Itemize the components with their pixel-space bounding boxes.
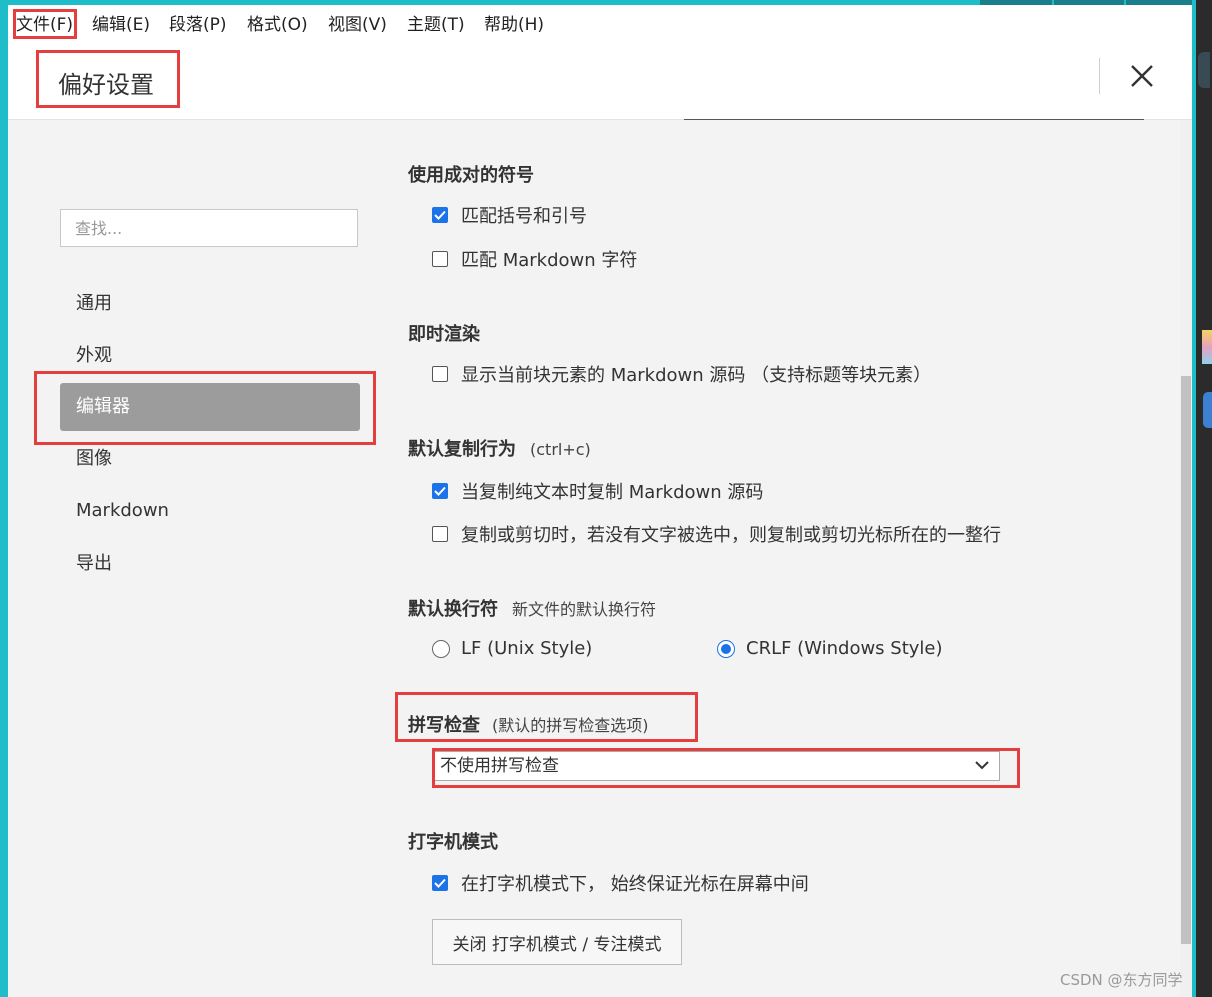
checkbox-checked-icon[interactable] bbox=[432, 207, 448, 223]
close-button[interactable] bbox=[1124, 58, 1160, 94]
header-divider bbox=[1099, 58, 1100, 94]
menu-edit[interactable]: 编辑(E) bbox=[92, 10, 150, 35]
section-note: (ctrl+c) bbox=[530, 440, 591, 459]
checkbox-label: 当复制纯文本时复制 Markdown 源码 bbox=[461, 482, 764, 503]
section-title-spellcheck: 拼写检查 (默认的拼写检查选项) bbox=[408, 711, 649, 737]
spellcheck-select[interactable]: 不使用拼写检查 bbox=[434, 751, 1000, 781]
close-typewriter-focus-button[interactable]: 关闭 打字机模式 / 专注模式 bbox=[432, 919, 682, 965]
menu-theme[interactable]: 主题(T) bbox=[407, 10, 465, 35]
section-note: 新文件的默认换行符 bbox=[512, 600, 657, 619]
spellcheck-select-value: 不使用拼写检查 bbox=[440, 756, 559, 776]
checkbox-show-block-source[interactable]: 显示当前块元素的 Markdown 源码 （支持标题等块元素） bbox=[432, 361, 931, 387]
radio-selected-icon[interactable] bbox=[717, 639, 735, 658]
radio-lf[interactable]: LF (Unix Style) bbox=[432, 638, 592, 659]
radio-unselected-icon[interactable] bbox=[432, 639, 450, 658]
section-title-text: 默认复制行为 bbox=[408, 439, 516, 460]
checkbox-match-markdown[interactable]: 匹配 Markdown 字符 bbox=[432, 246, 637, 272]
section-title-pairs: 使用成对的符号 bbox=[408, 161, 534, 187]
dialog-header bbox=[8, 39, 1192, 120]
section-note: (默认的拼写检查选项) bbox=[492, 716, 649, 735]
sidebar-item-appearance[interactable]: 外观 bbox=[60, 332, 360, 380]
checkbox-label: 在打字机模式下， 始终保证光标在屏幕中间 bbox=[461, 874, 809, 895]
section-title-text: 默认换行符 bbox=[408, 599, 498, 620]
sidebar-item-editor[interactable]: 编辑器 bbox=[60, 383, 360, 431]
sidebar-item-image[interactable]: 图像 bbox=[60, 435, 360, 483]
section-title-copy: 默认复制行为 (ctrl+c) bbox=[408, 435, 591, 461]
checkbox-unchecked-icon[interactable] bbox=[432, 366, 448, 382]
checkbox-checked-icon[interactable] bbox=[432, 875, 448, 891]
checkbox-checked-icon[interactable] bbox=[432, 483, 448, 499]
checkbox-label: 显示当前块元素的 Markdown 源码 （支持标题等块元素） bbox=[461, 365, 932, 386]
checkbox-copy-markdown-source[interactable]: 当复制纯文本时复制 Markdown 源码 bbox=[432, 478, 763, 504]
radio-crlf[interactable]: CRLF (Windows Style) bbox=[717, 638, 943, 659]
section-title-text: 使用成对的符号 bbox=[408, 165, 534, 186]
menu-file[interactable]: 文件(F) bbox=[16, 10, 73, 35]
close-icon bbox=[1131, 65, 1153, 87]
page-title: 偏好设置 bbox=[58, 71, 154, 99]
radio-label: LF (Unix Style) bbox=[461, 638, 593, 659]
checkbox-label: 复制或剪切时，若没有文字被选中，则复制或剪切光标所在的一整行 bbox=[461, 525, 1001, 546]
menu-paragraph[interactable]: 段落(P) bbox=[169, 10, 227, 35]
radio-label: CRLF (Windows Style) bbox=[746, 638, 943, 659]
menu-view[interactable]: 视图(V) bbox=[328, 10, 387, 35]
background-app-icon bbox=[1203, 392, 1212, 428]
checkbox-unchecked-icon[interactable] bbox=[432, 251, 448, 267]
section-title-text: 打字机模式 bbox=[408, 832, 498, 853]
sidebar-item-export[interactable]: 导出 bbox=[60, 540, 360, 588]
checkbox-match-brackets[interactable]: 匹配括号和引号 bbox=[432, 202, 587, 228]
background-app-strip bbox=[1196, 0, 1212, 997]
section-title-typewriter: 打字机模式 bbox=[408, 828, 498, 854]
background-app-icon bbox=[1198, 52, 1210, 88]
chevron-down-icon bbox=[975, 761, 989, 770]
checkbox-copy-whole-line[interactable]: 复制或剪切时，若没有文字被选中，则复制或剪切光标所在的一整行 bbox=[432, 521, 1001, 547]
checkbox-unchecked-icon[interactable] bbox=[432, 526, 448, 542]
watermark-text: CSDN @东方同学 bbox=[1060, 971, 1183, 989]
section-title-linebreak: 默认换行符 新文件的默认换行符 bbox=[408, 595, 656, 621]
search-field[interactable] bbox=[60, 209, 358, 247]
menu-format[interactable]: 格式(O) bbox=[247, 10, 308, 35]
checkbox-typewriter-center[interactable]: 在打字机模式下， 始终保证光标在屏幕中间 bbox=[432, 870, 809, 896]
scrollbar-thumb[interactable] bbox=[1181, 376, 1191, 944]
background-app-icon bbox=[1202, 330, 1212, 364]
sidebar-item-general[interactable]: 通用 bbox=[60, 280, 360, 328]
section-title-live-render: 即时渲染 bbox=[408, 320, 480, 346]
section-title-text: 即时渲染 bbox=[408, 324, 480, 345]
checkbox-label: 匹配 Markdown 字符 bbox=[461, 250, 638, 271]
menu-help[interactable]: 帮助(H) bbox=[484, 10, 544, 35]
section-title-text: 拼写检查 bbox=[408, 715, 480, 736]
sidebar-item-markdown[interactable]: Markdown bbox=[60, 487, 360, 535]
checkbox-label: 匹配括号和引号 bbox=[461, 206, 587, 227]
search-input[interactable] bbox=[61, 210, 357, 246]
